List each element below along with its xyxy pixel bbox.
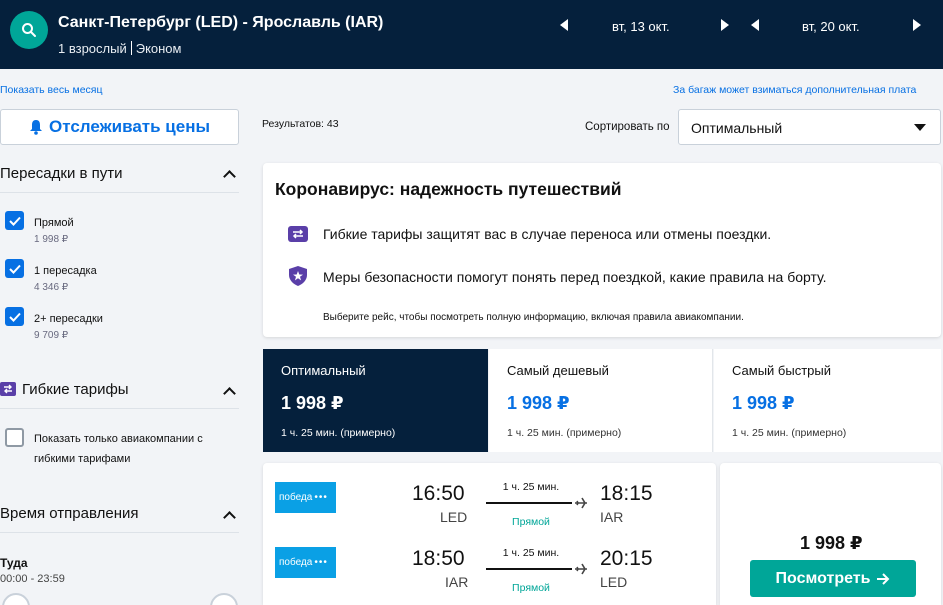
leg-departure-code: IAR (445, 574, 469, 590)
tab-title: Оптимальный (281, 363, 366, 378)
checkbox-direct[interactable] (5, 211, 24, 230)
divider (0, 532, 239, 533)
view-deal-label: Посмотреть (775, 569, 871, 587)
depart-date[interactable]: вт, 13 окт. (612, 19, 670, 34)
departure-time-title[interactable]: Время отправления (0, 505, 139, 522)
flexible-option-line2: гибкими тарифами (34, 453, 131, 465)
safety-shield-icon (289, 266, 307, 286)
sort-label: Сортировать по (585, 121, 670, 133)
depart-prev-date-icon[interactable] (560, 19, 568, 31)
track-prices-label: Отслеживать цены (49, 117, 210, 136)
check-icon (8, 216, 21, 226)
tab-price: 1 998 ₽ (732, 393, 795, 413)
airline-logo: победа ••• (275, 482, 336, 513)
passengers-count: 1 взрослый (58, 41, 127, 56)
tab-duration: 1 ч. 25 мин. (примерно) (281, 427, 396, 439)
stops-option-label: 2+ пересадки (34, 313, 103, 325)
show-month-link[interactable]: Показать весь месяц (0, 84, 103, 96)
tab-duration: 1 ч. 25 мин. (примерно) (732, 427, 847, 439)
leg-duration: 1 ч. 25 мин. (502, 481, 560, 493)
checkbox-flexible-only[interactable] (5, 428, 24, 447)
chevron-up-icon[interactable] (223, 170, 236, 183)
arrow-right-icon (877, 572, 890, 585)
stops-option-price: 1 998 ₽ (34, 234, 69, 245)
return-prev-date-icon[interactable] (751, 19, 759, 31)
leg-stops: Прямой (512, 516, 550, 528)
search-icon (22, 23, 36, 37)
leg-arrival-code: LED (600, 574, 628, 590)
flexible-fare-icon (288, 226, 308, 242)
tab-price: 1 998 ₽ (507, 393, 570, 413)
flexible-filter-title[interactable]: Гибкие тарифы (22, 381, 129, 398)
airline-name: победа (279, 492, 313, 503)
depart-next-date-icon[interactable] (721, 19, 729, 31)
time-slider-start-handle[interactable] (2, 593, 30, 605)
stops-option-label: 1 пересадка (34, 265, 97, 277)
return-next-date-icon[interactable] (913, 19, 921, 31)
flexible-option-label: Показать только авиакомпании с гибкими т… (34, 429, 203, 469)
covid-info-card: Коронавирус: надежность путешествий Гибк… (263, 163, 941, 337)
chevron-up-icon[interactable] (223, 511, 236, 524)
covid-title: Коронавирус: надежность путешествий (275, 179, 622, 199)
route-title[interactable]: Санкт-Петербург (LED) - Ярославль (IAR) (58, 14, 383, 32)
search-header: Санкт-Петербург (LED) - Ярославль (IAR) … (0, 0, 943, 69)
leg-departure-time: 16:50 (412, 482, 465, 505)
checkbox-two-plus-stops[interactable] (5, 307, 24, 326)
leg-arrival-time: 18:15 (600, 482, 653, 505)
check-icon (8, 264, 21, 274)
results-count: Результатов: 43 (262, 118, 339, 130)
view-deal-button[interactable]: Посмотреть (750, 560, 916, 597)
cabin-class: Эконом (135, 41, 182, 56)
leg-stops: Прямой (512, 582, 550, 594)
itinerary-price: 1 998 ₽ (800, 533, 863, 553)
time-slider-end-handle[interactable] (210, 593, 238, 605)
plane-icon (575, 563, 587, 575)
divider (0, 408, 239, 409)
tab-cheapest[interactable]: Самый дешевый 1 998 ₽ 1 ч. 25 мин. (прим… (489, 349, 713, 452)
airline-logo: победа ••• (275, 547, 336, 578)
flexible-fare-icon (0, 382, 16, 396)
stops-filter-title[interactable]: Пересадки в пути (0, 165, 123, 182)
baggage-note-link[interactable]: За багаж может взиматься дополнительная … (673, 84, 916, 96)
stops-option-price: 4 346 ₽ (34, 282, 69, 293)
covid-line-safety: Меры безопасности помогут понять перед п… (323, 269, 827, 285)
check-icon (8, 312, 21, 322)
covid-line-flexible: Гибкие тарифы защитят вас в случае перен… (323, 226, 772, 242)
bell-icon (30, 120, 43, 135)
divider (0, 192, 239, 193)
leg-duration: 1 ч. 25 мин. (502, 547, 560, 559)
leg-departure-time: 18:50 (412, 547, 465, 570)
return-date[interactable]: вт, 20 окт. (802, 19, 860, 34)
airline-name: победа (279, 557, 313, 568)
chevron-down-icon (914, 124, 926, 131)
outbound-time-range: 00:00 - 23:59 (0, 573, 65, 585)
flexible-option-line1: Показать только авиакомпании с (34, 433, 203, 445)
stops-option-price: 9 709 ₽ (34, 330, 69, 341)
stops-option-label: Прямой (34, 217, 74, 229)
tab-title: Самый быстрый (732, 363, 831, 378)
checkbox-one-stop[interactable] (5, 259, 24, 278)
itinerary-legs-card[interactable]: победа ••• 16:50 LED 1 ч. 25 мин. Прямой … (263, 463, 716, 605)
track-prices-button[interactable]: Отслеживать цены (0, 109, 239, 145)
leg-line (486, 502, 572, 504)
leg-departure-code: LED (440, 509, 468, 525)
sort-selected-value: Оптимальный (691, 120, 783, 136)
chevron-up-icon[interactable] (223, 387, 236, 400)
leg-arrival-time: 20:15 (600, 547, 653, 570)
leg-arrival-code: IAR (600, 509, 624, 525)
tab-duration: 1 ч. 25 мин. (примерно) (507, 427, 622, 439)
search-button[interactable] (10, 11, 48, 49)
tab-title: Самый дешевый (507, 363, 609, 378)
passenger-summary[interactable]: 1 взрослый Эконом (58, 41, 181, 56)
tab-optimal[interactable]: Оптимальный 1 998 ₽ 1 ч. 25 мин. (пример… (263, 349, 488, 452)
tab-fastest[interactable]: Самый быстрый 1 998 ₽ 1 ч. 25 мин. (прим… (714, 349, 941, 452)
covid-note: Выберите рейс, чтобы посмотреть полную и… (323, 312, 744, 323)
sort-select[interactable]: Оптимальный (678, 109, 941, 145)
tab-price: 1 998 ₽ (281, 393, 344, 413)
leg-line (486, 568, 572, 570)
plane-icon (575, 497, 587, 509)
